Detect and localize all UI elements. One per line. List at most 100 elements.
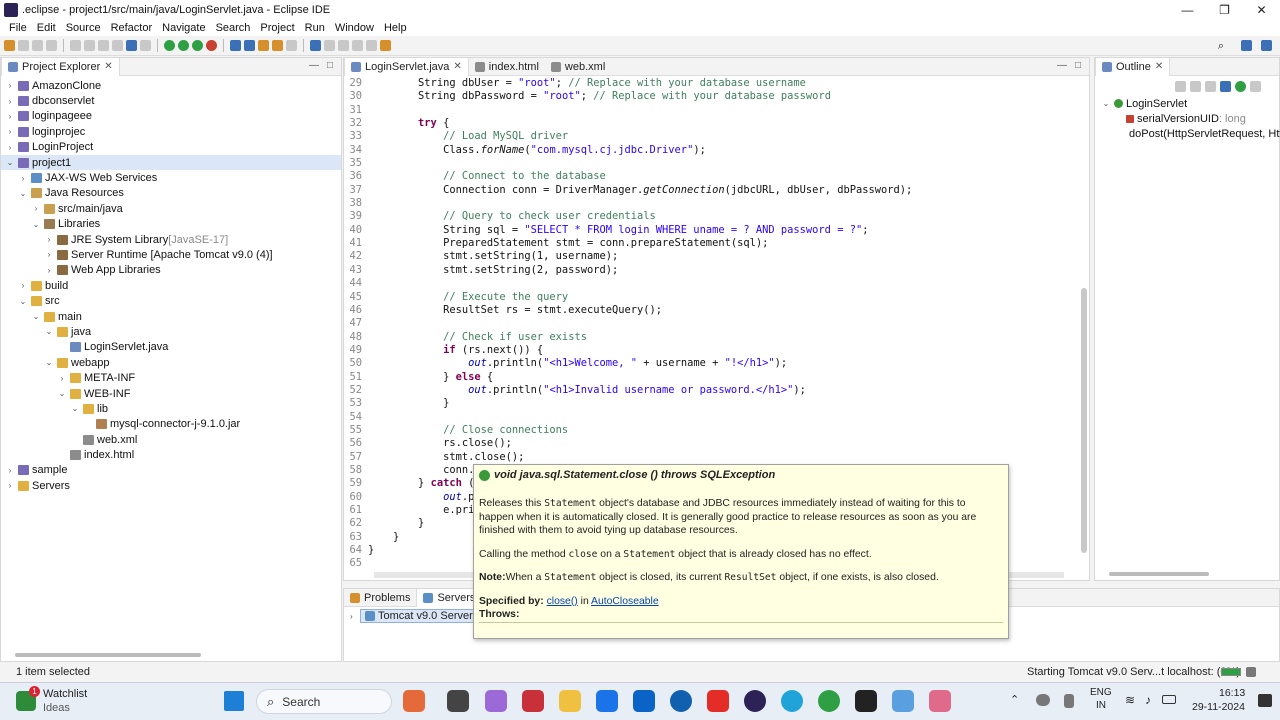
chevron-right-icon[interactable]: › xyxy=(350,612,360,621)
terminal-icon[interactable] xyxy=(855,690,877,712)
horizontal-scrollbar[interactable] xyxy=(15,653,201,657)
close-icon[interactable]: ✕ xyxy=(453,58,461,76)
code-line[interactable]: 40 String sql = "SELECT * FROM login WHE… xyxy=(344,224,1074,237)
code-line[interactable]: 38 xyxy=(344,197,1074,210)
tab-web-xml[interactable]: web.xml xyxy=(545,58,611,76)
tab-project-explorer[interactable]: Project Explorer ✕ xyxy=(1,57,120,76)
coverage-icon[interactable] xyxy=(192,40,203,51)
language-indicator[interactable]: ENG xyxy=(1090,687,1112,698)
outlook-icon[interactable] xyxy=(633,690,655,712)
code-line[interactable]: 41 PreparedStatement stmt = conn.prepare… xyxy=(344,237,1074,250)
save-all-icon[interactable] xyxy=(32,40,43,51)
external-tools-icon[interactable] xyxy=(206,40,217,51)
horizontal-scrollbar[interactable] xyxy=(1109,572,1209,576)
clock-date[interactable]: 29-11-2024 xyxy=(1192,701,1245,713)
chevron-down-icon[interactable]: ⌄ xyxy=(31,312,41,321)
youtube-icon[interactable] xyxy=(707,690,729,712)
tab-problems[interactable]: Problems xyxy=(344,589,416,607)
chevron-right-icon[interactable]: › xyxy=(18,281,28,290)
tab-loginservlet-java[interactable]: LoginServlet.java ✕ xyxy=(344,57,469,76)
code-line[interactable]: 31 xyxy=(344,104,1074,117)
tree-item[interactable]: › src/main/java xyxy=(1,201,341,216)
chevron-right-icon[interactable]: › xyxy=(31,204,41,213)
code-line[interactable]: 49 if (rs.next()) { xyxy=(344,344,1074,357)
tree-item[interactable]: web.xml xyxy=(1,432,341,447)
outline-item-field[interactable]: serialVersionUID : long xyxy=(1095,111,1279,126)
new-icon[interactable] xyxy=(4,40,15,51)
chevron-down-icon[interactable]: ⌄ xyxy=(70,404,80,413)
code-line[interactable]: 55 // Close connections xyxy=(344,424,1074,437)
dell-icon[interactable] xyxy=(670,690,692,712)
clock-time[interactable]: 16:13 xyxy=(1219,687,1245,699)
disconnect-icon[interactable] xyxy=(126,40,137,51)
menu-navigate[interactable]: Navigate xyxy=(162,22,205,34)
tree-item[interactable]: › Web App Libraries xyxy=(1,263,341,278)
java-ee-perspective-icon[interactable] xyxy=(1261,40,1272,51)
edge-icon[interactable] xyxy=(781,690,803,712)
tree-item[interactable]: ⌄ WEB-INF xyxy=(1,386,341,401)
chevron-right-icon[interactable]: › xyxy=(18,174,28,183)
maximize-view-icon[interactable]: □ xyxy=(327,60,333,71)
tree-item[interactable]: mysql-connector-j-9.1.0.jar xyxy=(1,417,341,432)
chevron-down-icon[interactable]: ⌄ xyxy=(44,358,54,367)
code-line[interactable]: 51 } else { xyxy=(344,371,1074,384)
sort-icon[interactable] xyxy=(1190,80,1201,92)
hide-static-icon[interactable] xyxy=(1220,80,1231,92)
chevron-down-icon[interactable]: ⌄ xyxy=(1101,99,1111,108)
menu-window[interactable]: Window xyxy=(335,22,374,34)
code-line[interactable]: 33 // Load MySQL driver xyxy=(344,130,1074,143)
menu-run[interactable]: Run xyxy=(305,22,325,34)
code-line[interactable]: 45 // Execute the query xyxy=(344,291,1074,304)
chevron-down-icon[interactable]: ⌄ xyxy=(57,389,67,398)
windows-start-icon[interactable] xyxy=(224,691,244,711)
code-line[interactable]: 54 xyxy=(344,411,1074,424)
run-icon[interactable] xyxy=(178,40,189,51)
tree-item[interactable]: ⌄ webapp xyxy=(1,355,341,370)
save-icon[interactable] xyxy=(18,40,29,51)
copilot-icon[interactable] xyxy=(485,690,507,712)
vertical-scrollbar[interactable] xyxy=(1081,288,1087,553)
tree-item[interactable]: › AmazonClone xyxy=(1,78,341,93)
code-line[interactable]: 46 ResultSet rs = stmt.executeQuery(); xyxy=(344,304,1074,317)
wifi-icon[interactable]: ≋ xyxy=(1125,693,1135,707)
next-annotation-icon[interactable] xyxy=(338,40,349,51)
taskbar-search[interactable]: ⌕ Search xyxy=(256,689,392,714)
chevron-right-icon[interactable]: › xyxy=(5,481,15,490)
minimize-view-icon[interactable]: — xyxy=(309,60,319,71)
notifications-icon[interactable] xyxy=(1258,694,1272,707)
tree-item[interactable]: LoginServlet.java xyxy=(1,340,341,355)
tree-item[interactable]: ⌄ main xyxy=(1,309,341,324)
tree-item[interactable]: ⌄ Libraries xyxy=(1,217,341,232)
code-line[interactable]: 36 // Connect to the database xyxy=(344,170,1074,183)
code-line[interactable]: 48 // Check if user exists xyxy=(344,331,1074,344)
chevron-right-icon[interactable]: › xyxy=(5,81,15,90)
close-icon[interactable]: ✕ xyxy=(104,58,112,76)
step-into-icon[interactable] xyxy=(140,40,151,51)
code-line[interactable]: 35 xyxy=(344,157,1074,170)
outline-item-class[interactable]: ⌄ LoginServlet xyxy=(1095,96,1279,111)
tree-item[interactable]: › build xyxy=(1,278,341,293)
code-line[interactable]: 44 xyxy=(344,277,1074,290)
collapse-all-icon[interactable] xyxy=(1175,80,1186,92)
tree-item[interactable]: › LoginProject xyxy=(1,140,341,155)
autocloseable-link[interactable]: AutoCloseable xyxy=(591,596,659,607)
minimize-view-icon[interactable]: — xyxy=(1057,60,1067,71)
battery-icon[interactable] xyxy=(1162,695,1176,704)
resume-icon[interactable] xyxy=(84,40,95,51)
chevron-down-icon[interactable]: ⌄ xyxy=(31,220,41,229)
code-line[interactable]: 30 String dbPassword = "root"; // Replac… xyxy=(344,90,1074,103)
back-icon[interactable] xyxy=(352,40,363,51)
menu-project[interactable]: Project xyxy=(260,22,294,34)
file-explorer-icon[interactable] xyxy=(559,690,581,712)
tree-item[interactable]: › sample xyxy=(1,463,341,478)
pin-editor-icon[interactable] xyxy=(380,40,391,51)
chevron-right-icon[interactable]: › xyxy=(44,266,54,275)
tree-item[interactable]: › dbconservlet xyxy=(1,93,341,108)
menu-source[interactable]: Source xyxy=(66,22,101,34)
outline-item-method[interactable]: doPost(HttpServletRequest, Htt xyxy=(1095,127,1280,142)
print-icon[interactable] xyxy=(46,40,57,51)
tab-index-html[interactable]: index.html xyxy=(469,58,545,76)
chevron-right-icon[interactable]: › xyxy=(44,250,54,259)
tree-item[interactable]: › JAX-WS Web Services xyxy=(1,170,341,185)
notepad-icon[interactable] xyxy=(892,690,914,712)
